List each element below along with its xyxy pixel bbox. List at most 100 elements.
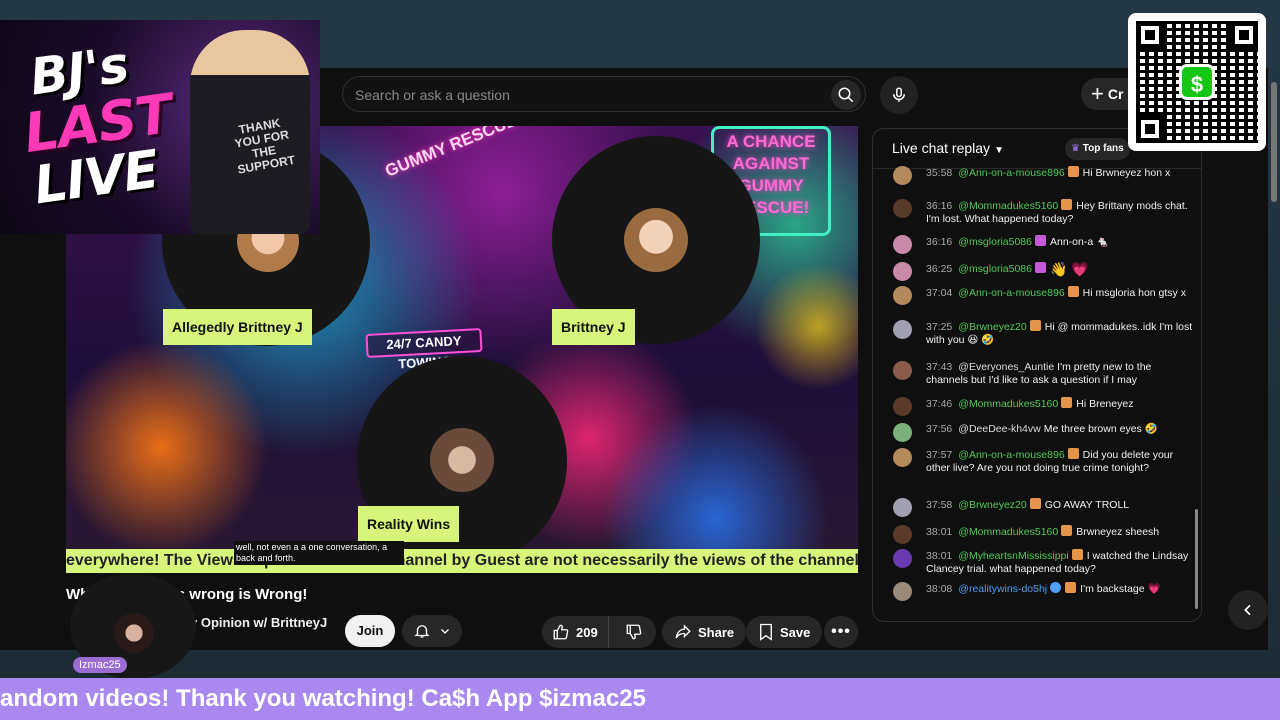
chevron-down-icon xyxy=(441,629,449,634)
user-avatar xyxy=(893,361,912,380)
top-fans-label: Top fans xyxy=(1082,143,1124,154)
user-avatar xyxy=(893,286,912,305)
user-avatar xyxy=(893,582,912,601)
author[interactable]: @realitywins-do5hj xyxy=(958,583,1047,595)
search-icon xyxy=(838,87,854,103)
author[interactable]: @MyheartsnMississippi xyxy=(958,550,1068,562)
user-avatar xyxy=(893,549,912,568)
dislike-button[interactable] xyxy=(615,616,653,648)
member-badge-icon xyxy=(1071,549,1083,560)
like-button[interactable]: 209 xyxy=(542,616,609,648)
chat-scrollbar[interactable] xyxy=(1195,509,1198,609)
bookmark-icon xyxy=(760,623,772,641)
author[interactable]: @Mommadukes5160 xyxy=(958,526,1058,538)
participant-name-tag-2: Brittney J xyxy=(552,309,635,345)
timestamp: 36:25 xyxy=(926,263,953,275)
more-actions-button[interactable]: ••• xyxy=(824,616,858,648)
timestamp: 36:16 xyxy=(926,236,953,248)
author[interactable]: @msgloria5086 xyxy=(958,263,1032,275)
qr-finder xyxy=(1136,21,1164,49)
chat-title: Live chat replay xyxy=(892,140,991,156)
page-scrollbar[interactable] xyxy=(1271,82,1277,202)
chat-message: 38:08 @realitywins-do5hj I'm backstage 💗 xyxy=(893,582,1193,601)
qr-finder xyxy=(1230,21,1258,49)
message-text: Brwneyez sheesh xyxy=(1076,526,1160,538)
chat-message: 36:16 @msgloria5086 Ann-on-a 🐁 xyxy=(893,235,1193,254)
user-avatar xyxy=(893,448,912,467)
save-button[interactable]: Save xyxy=(746,616,823,648)
verified-badge-icon xyxy=(1050,582,1062,593)
timestamp: 37:56 xyxy=(926,423,953,435)
search-bar[interactable] xyxy=(342,76,866,112)
message-text: Hi Brwneyez hon x xyxy=(1082,167,1171,179)
chat-message: 37:43 @Everyones_Auntie I'm pretty new to … xyxy=(893,361,1193,387)
chat-mode-dropdown[interactable]: Live chat replay ▼ xyxy=(892,140,1004,156)
member-badge-icon xyxy=(1061,199,1073,210)
user-avatar xyxy=(893,199,912,218)
user-avatar xyxy=(893,423,912,442)
timestamp: 36:16 xyxy=(926,200,953,212)
cashapp-qr-code: $ xyxy=(1128,13,1266,151)
member-badge-icon xyxy=(1029,498,1041,509)
search-button[interactable] xyxy=(831,80,861,110)
author[interactable]: @Mommadukes5160 xyxy=(958,398,1058,410)
author[interactable]: @Ann-on-a-mouse896 xyxy=(958,167,1064,179)
member-badge-icon xyxy=(1034,262,1046,273)
more-icon: ••• xyxy=(831,623,851,640)
plus-icon: + xyxy=(1091,81,1104,106)
user-avatar xyxy=(893,262,912,281)
share-button[interactable]: Share xyxy=(662,616,747,648)
message-text: Ann-on-a 🐁 xyxy=(1049,236,1110,248)
create-label: Cr xyxy=(1107,86,1124,102)
author[interactable]: @Mommadukes5160 xyxy=(958,200,1058,212)
top-fans-chip[interactable]: ♛ Top fans xyxy=(1065,138,1130,160)
notification-button[interactable] xyxy=(402,615,462,647)
author[interactable]: @msgloria5086 xyxy=(958,236,1032,248)
chat-message: 38:01 @Mommadukes5160 Brwneyez sheesh xyxy=(893,525,1193,544)
author[interactable]: @Brwneyez20 xyxy=(958,321,1026,333)
streamer-name-tag: Izmac25 xyxy=(73,657,127,673)
microphone-icon xyxy=(893,87,905,102)
message-text: GO AWAY TROLL xyxy=(1044,499,1130,511)
chat-message: 37:58 @Brwneyez20 GO AWAY TROLL xyxy=(893,498,1193,517)
chevron-down-icon: ▼ xyxy=(994,145,1004,156)
bell-icon xyxy=(414,625,430,638)
chat-message: 36:16 @Mommadukes5160 Hey Brittany mods ch… xyxy=(893,199,1193,226)
message-text: Me three brown eyes 🤣 xyxy=(1043,423,1158,435)
author[interactable]: @Ann-on-a-mouse896 xyxy=(958,287,1064,299)
collapse-chat-button[interactable] xyxy=(1228,590,1268,630)
chat-message: 37:57 @Ann-on-a-mouse896 Did you delete yo… xyxy=(893,448,1193,475)
participant-avatar-3 xyxy=(430,428,494,492)
chat-message: 37:56 @DeeDee-kh4vw Me three brown eyes 🤣 xyxy=(893,423,1193,442)
timestamp: 38:08 xyxy=(926,583,953,595)
search-input[interactable] xyxy=(355,85,825,105)
voice-search-button[interactable] xyxy=(880,76,918,114)
like-dislike-group: 209 xyxy=(542,616,656,648)
thumbs-up-icon xyxy=(553,624,569,640)
chevron-left-icon xyxy=(1244,604,1251,616)
message-text: I'm backstage 💗 xyxy=(1080,583,1161,595)
author[interactable]: @Brwneyez20 xyxy=(958,499,1026,511)
timestamp: 37:58 xyxy=(926,499,953,511)
timestamp: 37:25 xyxy=(926,321,953,333)
stream-logo: THANK YOU FOR THE SUPPORT BJ's LAST LIVE xyxy=(0,20,320,234)
author[interactable]: @DeeDee-kh4vw xyxy=(958,423,1040,435)
cashapp-logo-icon: $ xyxy=(1179,64,1215,100)
chat-message: 36:25 @msgloria5086 👋 💗 xyxy=(893,262,1193,281)
message-text: Hi msgloria hon gtsy x xyxy=(1082,287,1186,299)
member-badge-icon xyxy=(1067,448,1079,459)
save-label: Save xyxy=(780,624,811,640)
timestamp: 37:46 xyxy=(926,398,953,410)
join-button[interactable]: Join xyxy=(345,615,395,647)
live-chat-panel[interactable]: Live chat replay ▼ ♛ Top fans 35:58 @Ann-o… xyxy=(872,128,1202,622)
author[interactable]: @Ann-on-a-mouse896 xyxy=(958,449,1064,461)
timestamp: 35:58 xyxy=(926,167,953,179)
channel-name[interactable]: y Opinion w/ BrittneyJ xyxy=(190,615,327,630)
share-icon xyxy=(675,624,691,639)
bottom-ticker: andom videos! Thank you watching! Ca$h A… xyxy=(0,678,1280,720)
author[interactable]: @Everyones_Auntie xyxy=(958,361,1054,373)
member-badge-icon xyxy=(1067,286,1079,297)
timestamp: 38:01 xyxy=(926,526,953,538)
qr-pattern: $ xyxy=(1136,21,1258,143)
member-badge-icon xyxy=(1034,235,1046,246)
